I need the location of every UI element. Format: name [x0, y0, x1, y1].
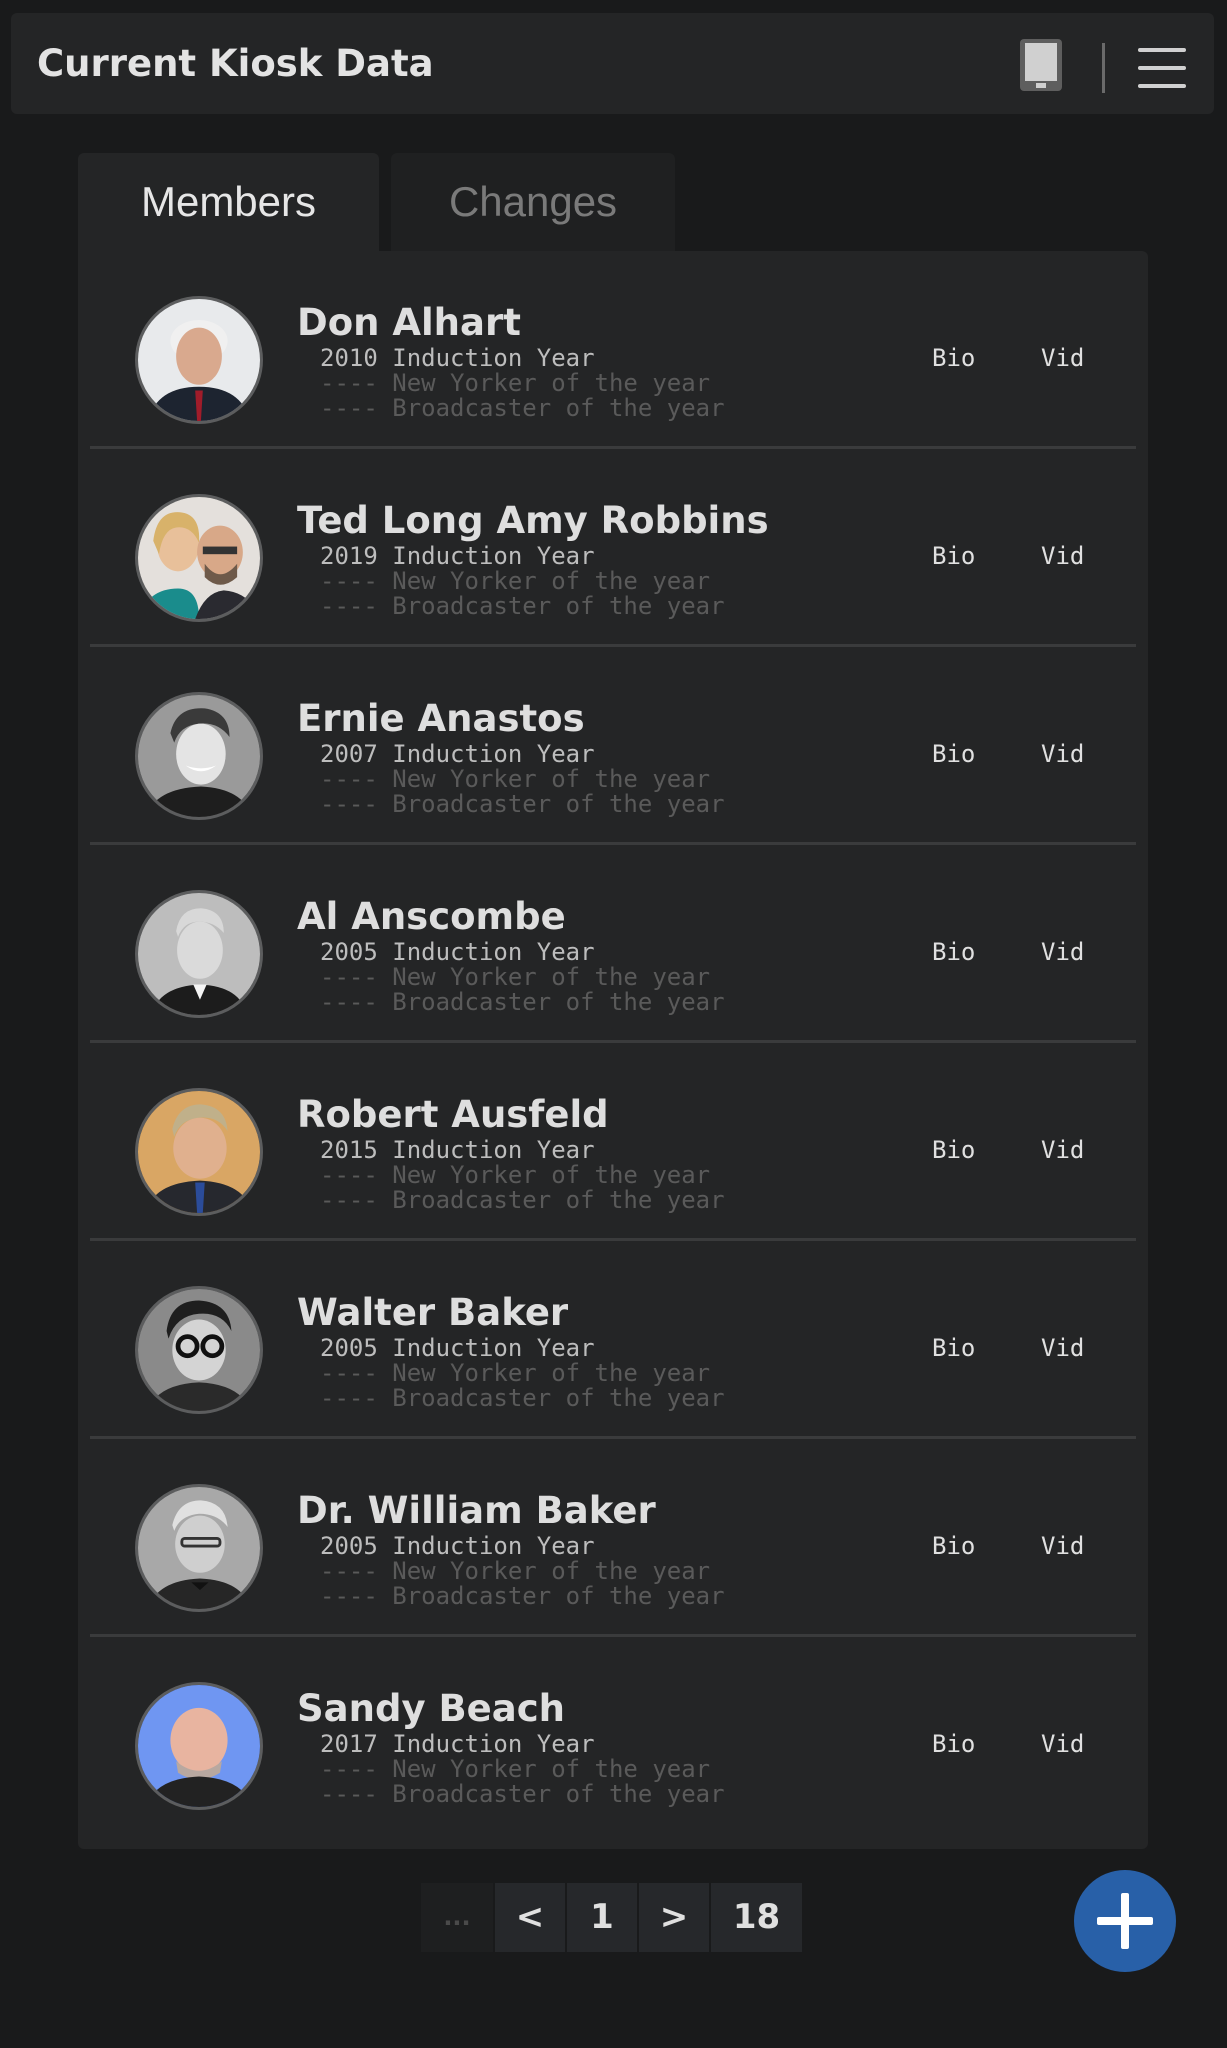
award-line: ---- Broadcaster of the year [320, 1582, 725, 1610]
hamburger-menu-icon[interactable] [1136, 44, 1188, 92]
avatar [135, 1682, 263, 1810]
member-details: 2010 Induction Year ---- New Yorker of th… [320, 346, 725, 421]
avatar [135, 692, 263, 820]
avatar [135, 296, 263, 424]
bio-link[interactable]: Bio [932, 542, 975, 570]
plus-icon [1097, 1893, 1153, 1949]
vid-link[interactable]: Vid [1041, 1730, 1084, 1758]
list-item: Ted Long Amy Robbins 2019 Induction Year… [90, 449, 1136, 647]
vid-link[interactable]: Vid [1041, 1136, 1084, 1164]
pagination-ellipsis: ... [421, 1883, 493, 1952]
member-name: Robert Ausfeld [297, 1093, 609, 1136]
member-details: 2015 Induction Year ---- New Yorker of th… [320, 1138, 725, 1213]
bio-link[interactable]: Bio [932, 344, 975, 372]
vid-link[interactable]: Vid [1041, 1334, 1084, 1362]
avatar [135, 1286, 263, 1414]
induction-year: 2015 Induction Year [320, 1136, 595, 1164]
induction-year: 2007 Induction Year [320, 740, 595, 768]
bio-link[interactable]: Bio [932, 1334, 975, 1362]
award-line: ---- Broadcaster of the year [320, 394, 725, 422]
member-details: 2019 Induction Year ---- New Yorker of th… [320, 544, 725, 619]
avatar [135, 1088, 263, 1216]
bio-link[interactable]: Bio [932, 938, 975, 966]
page-title: Current Kiosk Data [37, 42, 434, 85]
induction-year: 2005 Induction Year [320, 1532, 595, 1560]
bio-link[interactable]: Bio [932, 1136, 975, 1164]
vid-link[interactable]: Vid [1041, 740, 1084, 768]
bio-link[interactable]: Bio [932, 1532, 975, 1560]
award-line: ---- Broadcaster of the year [320, 1384, 725, 1412]
list-item: Robert Ausfeld 2015 Induction Year ---- N… [90, 1043, 1136, 1241]
vid-link[interactable]: Vid [1041, 344, 1084, 372]
award-line: ---- New Yorker of the year [320, 1755, 711, 1783]
last-page-button[interactable]: 18 [711, 1883, 802, 1952]
award-line: ---- New Yorker of the year [320, 1359, 711, 1387]
member-name: Dr. William Baker [297, 1489, 656, 1532]
pagination: ... < 1 > 18 [421, 1883, 802, 1952]
list-item: Don Alhart 2010 Induction Year ---- New Y… [90, 251, 1136, 449]
top-bar: Current Kiosk Data [11, 13, 1214, 114]
induction-year: 2010 Induction Year [320, 344, 595, 372]
member-details: 2005 Induction Year ---- New Yorker of th… [320, 1336, 725, 1411]
header-divider [1102, 43, 1105, 93]
award-line: ---- New Yorker of the year [320, 567, 711, 595]
vid-link[interactable]: Vid [1041, 542, 1084, 570]
bio-link[interactable]: Bio [932, 740, 975, 768]
vid-link[interactable]: Vid [1041, 1532, 1084, 1560]
member-name: Al Anscombe [297, 895, 566, 938]
list-item: Dr. William Baker 2005 Induction Year ---… [90, 1439, 1136, 1637]
member-name: Don Alhart [297, 301, 521, 344]
induction-year: 2005 Induction Year [320, 1334, 595, 1362]
award-line: ---- Broadcaster of the year [320, 790, 725, 818]
member-details: 2007 Induction Year ---- New Yorker of th… [320, 742, 725, 817]
award-line: ---- New Yorker of the year [320, 765, 711, 793]
member-name: Sandy Beach [297, 1687, 565, 1730]
award-line: ---- Broadcaster of the year [320, 1186, 725, 1214]
award-line: ---- New Yorker of the year [320, 1557, 711, 1585]
award-line: ---- New Yorker of the year [320, 369, 711, 397]
add-member-button[interactable] [1074, 1870, 1176, 1972]
member-name: Ted Long Amy Robbins [297, 499, 769, 542]
list-item: Sandy Beach 2017 Induction Year ---- New … [90, 1637, 1136, 1835]
list-item: Walter Baker 2005 Induction Year ---- New… [90, 1241, 1136, 1439]
award-line: ---- New Yorker of the year [320, 1161, 711, 1189]
tab-changes[interactable]: Changes [391, 153, 675, 251]
next-page-button[interactable]: > [639, 1883, 709, 1952]
avatar [135, 1484, 263, 1612]
award-line: ---- Broadcaster of the year [320, 592, 725, 620]
induction-year: 2017 Induction Year [320, 1730, 595, 1758]
award-line: ---- Broadcaster of the year [320, 1780, 725, 1808]
current-page-button[interactable]: 1 [567, 1883, 637, 1952]
avatar [135, 494, 263, 622]
member-details: 2005 Induction Year ---- New Yorker of th… [320, 940, 725, 1015]
member-name: Ernie Anastos [297, 697, 585, 740]
tablet-icon[interactable] [1018, 37, 1064, 93]
award-line: ---- New Yorker of the year [320, 963, 711, 991]
members-list: Don Alhart 2010 Induction Year ---- New Y… [78, 251, 1148, 1849]
bio-link[interactable]: Bio [932, 1730, 975, 1758]
member-details: 2017 Induction Year ---- New Yorker of th… [320, 1732, 725, 1807]
member-name: Walter Baker [297, 1291, 569, 1334]
avatar [135, 890, 263, 1018]
prev-page-button[interactable]: < [495, 1883, 565, 1952]
list-item: Al Anscombe 2005 Induction Year ---- New … [90, 845, 1136, 1043]
vid-link[interactable]: Vid [1041, 938, 1084, 966]
list-item: Ernie Anastos 2007 Induction Year ---- Ne… [90, 647, 1136, 845]
award-line: ---- Broadcaster of the year [320, 988, 725, 1016]
member-details: 2005 Induction Year ---- New Yorker of th… [320, 1534, 725, 1609]
induction-year: 2005 Induction Year [320, 938, 595, 966]
induction-year: 2019 Induction Year [320, 542, 595, 570]
tab-members[interactable]: Members [78, 153, 379, 251]
